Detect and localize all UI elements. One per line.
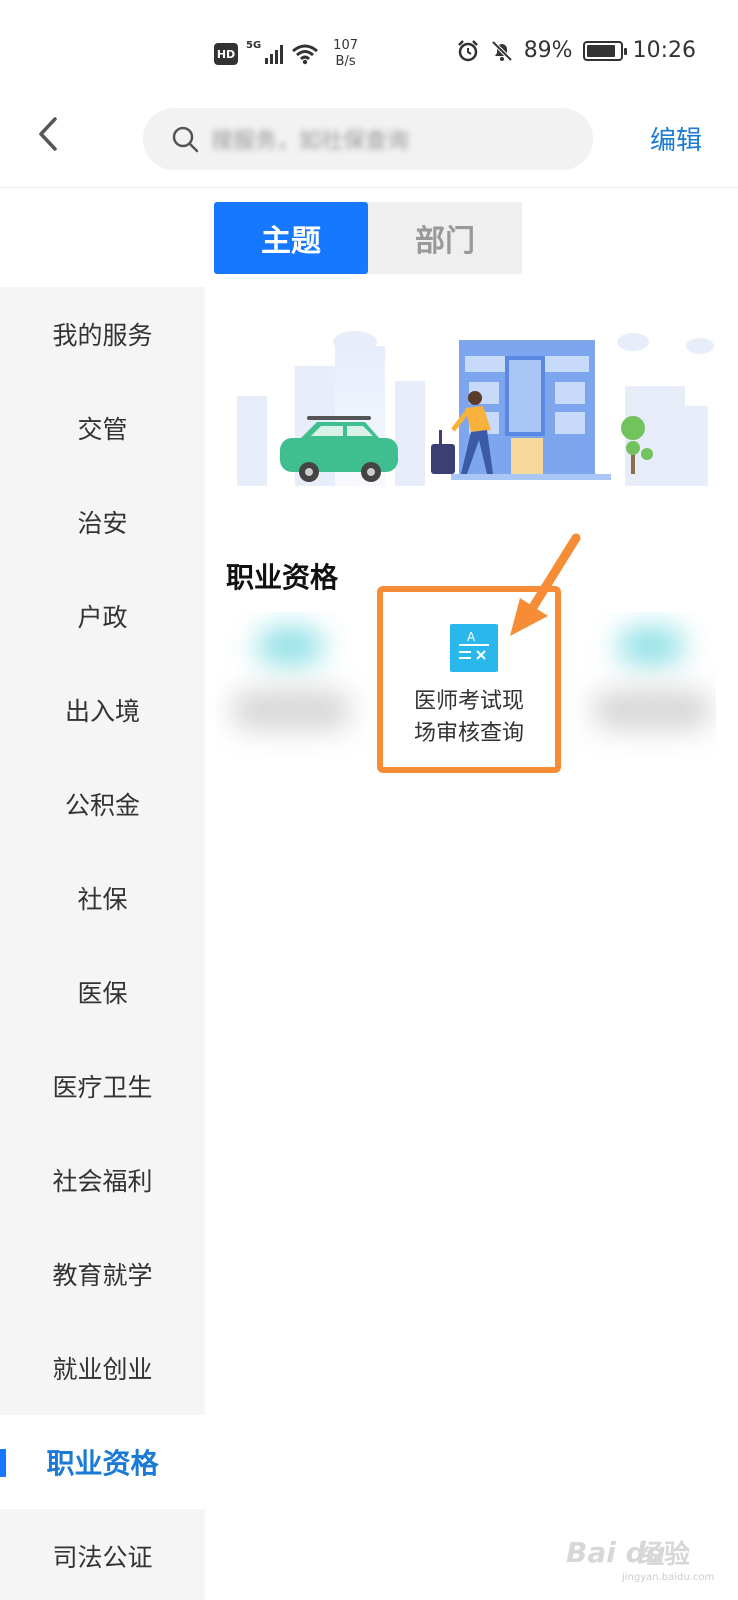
sidebar-item-housing-fund[interactable]: 公积金	[0, 757, 205, 851]
search-input[interactable]: 搜服务，如社保查询	[143, 108, 593, 170]
sidebar-item-employment[interactable]: 就业创业	[0, 1321, 205, 1415]
top-bar: 搜服务，如社保查询 编辑	[0, 100, 738, 188]
status-bar: HD 5G 107 B/s 89% 10:26	[0, 0, 738, 100]
sidebar-item-medical-insurance[interactable]: 医保	[0, 945, 205, 1039]
sidebar-item-social-welfare[interactable]: 社会福利	[0, 1133, 205, 1227]
battery-percent: 89%	[523, 38, 573, 63]
alarm-icon	[457, 39, 478, 61]
search-placeholder: 搜服务，如社保查询	[211, 129, 410, 154]
clock: 10:26	[632, 38, 696, 63]
sidebar-item-traffic[interactable]: 交管	[0, 381, 205, 475]
service-card-blurred-right[interactable]	[576, 612, 716, 756]
sidebar-item-judicial-notary[interactable]: 司法公证	[0, 1509, 205, 1600]
sidebar-item-public-security[interactable]: 治安	[0, 475, 205, 569]
service-card-physician-exam-review[interactable]: A 医师考试现 场审核查询	[377, 586, 561, 773]
network-type: 5G	[246, 40, 262, 51]
status-left: HD 5G 107 B/s	[214, 38, 358, 70]
service-label-line1: 医师考试现	[413, 689, 524, 714]
category-sidebar: 我的服务 交管 治安 户政 出入境 公积金 社保 医保 医疗卫生 社会福利 教育…	[0, 287, 205, 1600]
sidebar-item-social-security[interactable]: 社保	[0, 851, 205, 945]
chevron-left-icon	[39, 117, 57, 151]
exam-formula-icon: A	[450, 624, 498, 672]
sidebar-item-healthcare[interactable]: 医疗卫生	[0, 1039, 205, 1133]
topic-department-tabs: 主题 部门	[214, 202, 522, 274]
tab-department[interactable]: 部门	[368, 202, 522, 274]
baidu-jingyan-watermark: Bai du 经验 jingyan.baidu.com	[562, 1522, 722, 1584]
watermark-url: jingyan.baidu.com	[622, 1572, 715, 1583]
hd-icon: HD	[214, 43, 238, 65]
sidebar-item-household[interactable]: 户政	[0, 569, 205, 663]
speed-value: 107	[333, 38, 358, 53]
section-title: 职业资格	[226, 561, 339, 594]
banner-illustration	[225, 331, 717, 486]
battery-icon	[582, 40, 627, 61]
search-icon	[172, 126, 199, 153]
svg-text:A: A	[467, 630, 476, 644]
sidebar-item-professional-qualification[interactable]: 职业资格	[0, 1415, 205, 1509]
signal-icon	[265, 44, 284, 64]
tab-topic[interactable]: 主题	[214, 202, 368, 274]
sidebar-item-exit-entry[interactable]: 出入境	[0, 663, 205, 757]
sidebar-item-my-services[interactable]: 我的服务	[0, 287, 205, 381]
back-button[interactable]	[28, 114, 68, 154]
mute-bell-icon	[491, 40, 513, 61]
status-right: 89% 10:26	[456, 38, 696, 63]
watermark-sub: 经验	[638, 1540, 691, 1570]
service-label: 医师考试现 场审核查询	[383, 686, 555, 750]
network-speed: 107 B/s	[333, 38, 358, 70]
speed-unit: B/s	[335, 54, 356, 69]
sidebar-item-education[interactable]: 教育就学	[0, 1227, 205, 1321]
service-card-blurred-left[interactable]	[215, 612, 369, 756]
service-label-line2: 场审核查询	[413, 721, 524, 746]
edit-button[interactable]: 编辑	[650, 120, 702, 157]
wifi-icon	[292, 44, 319, 65]
